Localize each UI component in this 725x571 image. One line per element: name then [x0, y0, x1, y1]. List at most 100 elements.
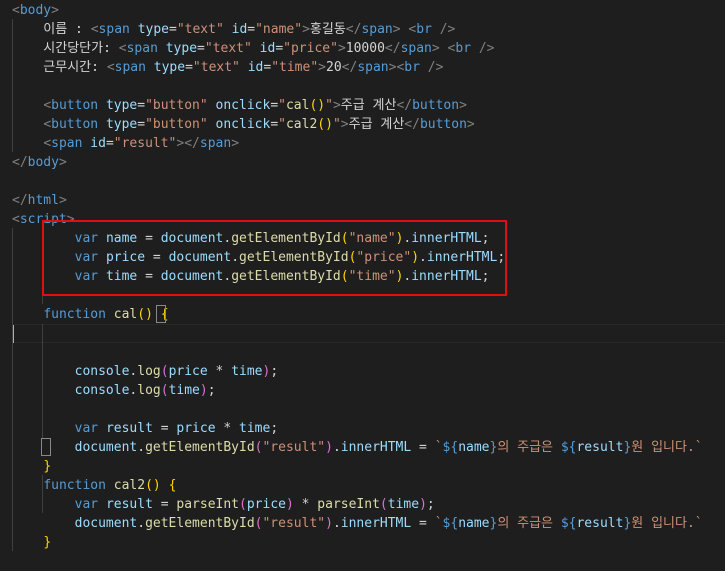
code-token: ; [270, 421, 279, 436]
code-token: 의 주급은 [497, 440, 561, 455]
code-token: "price" [283, 41, 338, 56]
code-token: . [137, 440, 146, 455]
code-token: time [239, 421, 271, 436]
code-token: > [466, 117, 475, 132]
code-token: . [332, 516, 341, 531]
code-token: document [74, 440, 138, 455]
code-token: ></ [176, 136, 200, 151]
code-token: button [51, 117, 99, 132]
code-token: * [215, 421, 240, 436]
code-token: = [137, 98, 146, 113]
code-token: ${ [560, 516, 577, 531]
code-token: br [455, 41, 472, 56]
code-token: function [43, 478, 106, 493]
code-token: () [309, 98, 326, 113]
code-token: < [43, 117, 52, 132]
code-token: "button" [145, 98, 208, 113]
code-token: span [126, 41, 158, 56]
code-line-content: document.getElementById("result").innerH… [12, 514, 703, 533]
code-token: > [431, 41, 440, 56]
code-token: ( [160, 383, 169, 398]
bracket-match-open [156, 305, 166, 323]
code-line-content: console.log(time); [12, 381, 216, 400]
code-token: </ [384, 41, 401, 56]
code-token: "result" [262, 516, 326, 531]
bracket-match-close [41, 438, 51, 456]
code-token: ${ [442, 440, 459, 455]
code-token: < [12, 212, 20, 227]
code-token: ( [379, 497, 388, 512]
code-token: /> [439, 22, 456, 37]
code-token: span [98, 22, 130, 37]
code-line-content: console.log(price * time); [12, 362, 279, 381]
code-token: = [275, 41, 284, 56]
code-token: > [302, 22, 310, 37]
code-token: = [270, 117, 279, 132]
code-token: 20 [326, 60, 342, 75]
code-token: 시간당단가: [12, 41, 119, 56]
code-token: () [145, 478, 161, 493]
code-token: 이름 : [12, 22, 91, 37]
code-token: type [105, 98, 138, 113]
code-token: result [105, 421, 153, 436]
code-token: function [43, 307, 106, 322]
code-token: time [387, 497, 420, 512]
code-token: ${ [560, 440, 577, 455]
code-token: = [247, 22, 256, 37]
code-line-content: function cal() { [12, 305, 168, 324]
code-token: = [197, 41, 205, 56]
code-token: getElementById [145, 516, 255, 531]
code-token: span [114, 60, 146, 75]
code-token: span [361, 22, 393, 37]
code-token: < [90, 22, 99, 37]
code-token: " [332, 117, 341, 132]
code-token: ` [434, 516, 443, 531]
code-token: result [576, 516, 624, 531]
code-token: </ [12, 155, 28, 170]
code-token: > [332, 98, 341, 113]
code-token: "text" [176, 22, 224, 37]
code-token: id [231, 22, 248, 37]
code-token: () [137, 307, 153, 322]
code-line-content: <span id="result"></span> [12, 134, 239, 153]
code-line-content: 근무시간: <span type="text" id="time">20</sp… [12, 58, 443, 77]
code-token: </ [404, 117, 420, 132]
highlight-box [42, 220, 507, 296]
code-token: br [404, 60, 420, 75]
code-line-content: var result = price * time; [12, 419, 279, 438]
code-token: ) [285, 497, 294, 512]
code-token: ) [325, 440, 333, 455]
code-token: span [199, 136, 232, 151]
code-token: = [270, 98, 279, 113]
code-token: < [43, 98, 52, 113]
code-token: * [207, 364, 232, 379]
code-token: cal [285, 98, 310, 113]
code-token: = [152, 421, 177, 436]
code-token: = [169, 22, 177, 37]
code-token: type [165, 41, 198, 56]
code-token: id [90, 136, 106, 151]
code-editor[interactable]: <body> 이름 : <span type="text" id="name">… [0, 0, 725, 571]
code-token: > [337, 41, 346, 56]
code-token: ${ [442, 516, 459, 531]
code-token: > [459, 98, 467, 113]
code-line-content: } [12, 533, 51, 552]
code-token: console [74, 364, 130, 379]
code-line-content: 이름 : <span type="text" id="name">홍길동</sp… [12, 20, 455, 39]
code-token: var [74, 421, 99, 436]
code-token: = [105, 136, 114, 151]
code-token: = [137, 117, 146, 132]
